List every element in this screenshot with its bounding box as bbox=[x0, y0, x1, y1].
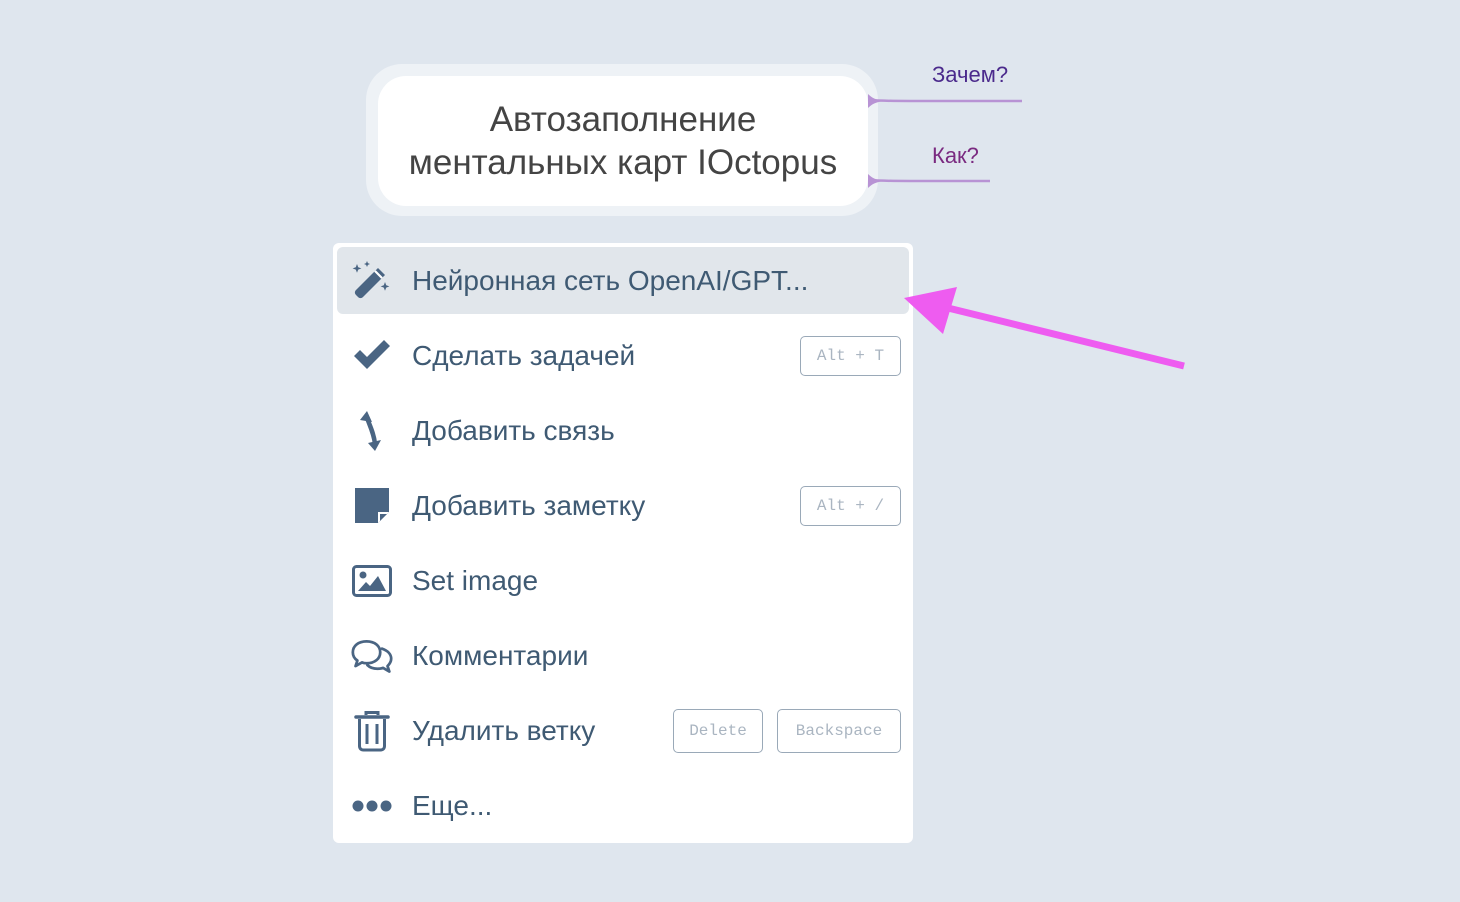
connector-why bbox=[867, 98, 1022, 103]
menu-item-add-link[interactable]: Добавить связь bbox=[337, 397, 909, 464]
shortcut-badge: Backspace bbox=[777, 708, 901, 753]
branch-node-how[interactable]: Как? bbox=[932, 143, 979, 169]
comments-icon bbox=[351, 635, 393, 677]
connector-how bbox=[867, 178, 990, 183]
menu-item-set-image[interactable]: Set image bbox=[337, 547, 909, 614]
menu-item-label: Добавить заметку bbox=[412, 489, 646, 521]
trash-icon bbox=[351, 710, 393, 752]
shortcut-badge: Delete bbox=[673, 708, 763, 753]
root-node-title-line1: Автозаполнение bbox=[489, 100, 757, 139]
menu-item-label: Добавить связь bbox=[412, 414, 615, 446]
root-node-title-line2: ментальных карт IOctopus bbox=[408, 143, 838, 182]
menu-item-label: Комментарии bbox=[412, 639, 589, 671]
magic-wand-icon bbox=[351, 260, 393, 302]
menu-item-comments[interactable]: Комментарии bbox=[337, 622, 909, 689]
ellipsis-icon bbox=[351, 785, 393, 827]
shortcut-badge: Alt + / bbox=[800, 485, 901, 526]
branch-node-why[interactable]: Зачем? bbox=[932, 62, 1008, 88]
menu-item-label: Set image bbox=[412, 564, 539, 596]
sticky-note-icon bbox=[351, 485, 393, 527]
menu-item-label: Удалить ветку bbox=[412, 714, 596, 746]
context-menu: Нейронная сеть OpenAI/GPT... Сделать зад… bbox=[333, 243, 913, 843]
menu-item-add-note[interactable]: Добавить заметку Alt + / bbox=[337, 472, 909, 539]
menu-item-label: Нейронная сеть OpenAI/GPT... bbox=[412, 264, 809, 296]
root-node[interactable]: Автозаполнение ментальных карт IOctopus bbox=[378, 76, 868, 206]
menu-item-delete-branch[interactable]: Удалить ветку Delete Backspace bbox=[337, 697, 909, 764]
checkmark-icon bbox=[351, 335, 393, 377]
root-node-title: Автозаполнение ментальных карт IOctopus bbox=[388, 98, 858, 184]
image-icon bbox=[351, 560, 393, 602]
curved-double-arrow-icon bbox=[351, 410, 393, 452]
menu-item-make-task[interactable]: Сделать задачей Alt + T bbox=[337, 322, 909, 389]
shortcut-badge: Alt + T bbox=[800, 335, 901, 376]
menu-item-openai-gpt[interactable]: Нейронная сеть OpenAI/GPT... bbox=[337, 247, 909, 314]
menu-item-label: Еще... bbox=[412, 789, 493, 821]
menu-item-label: Сделать задачей bbox=[412, 339, 636, 371]
menu-item-more[interactable]: Еще... bbox=[337, 772, 909, 839]
